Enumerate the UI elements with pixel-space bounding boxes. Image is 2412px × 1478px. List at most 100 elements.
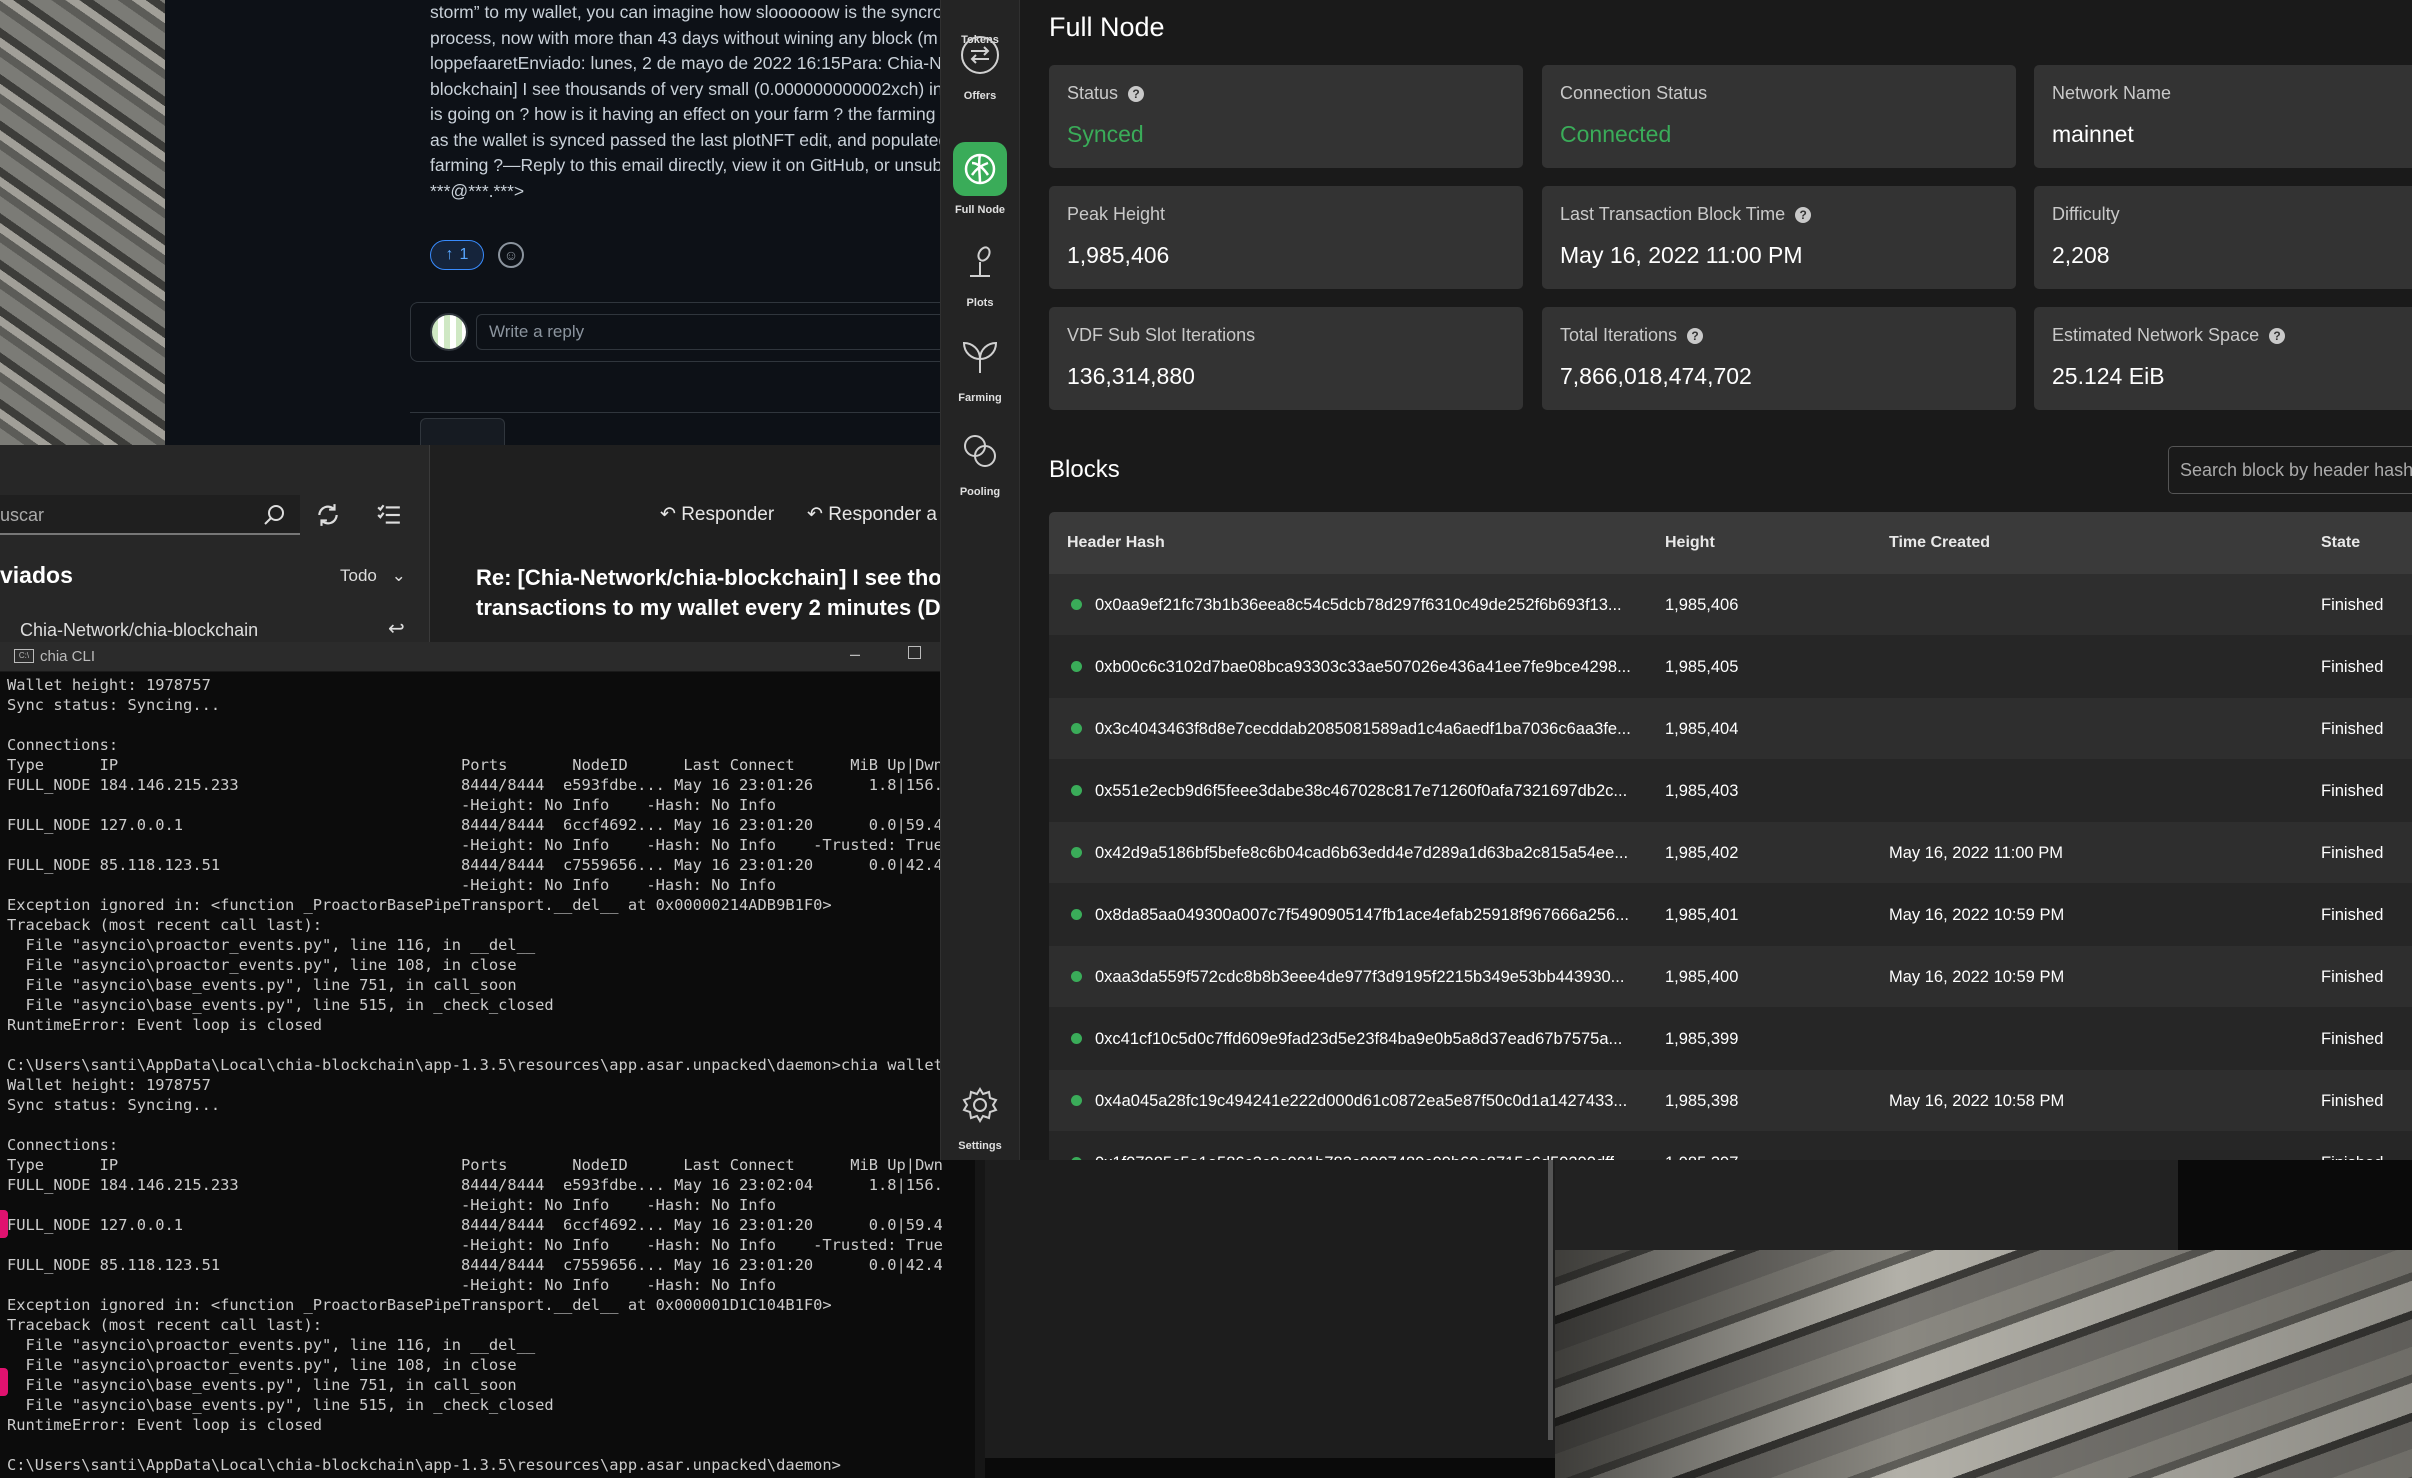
reply-input[interactable]: Write a reply <box>476 314 940 350</box>
terminal-line: File "asyncio\proactor_events.py", line … <box>7 936 536 954</box>
sidebar-item-label: Settings <box>958 1140 1002 1152</box>
table-row[interactable]: 0x0aa9ef21fc73b1b36eea8c54c5dcb78d297f63… <box>1049 574 2412 636</box>
terminal-line: File "asyncio\proactor_events.py", line … <box>7 1336 536 1354</box>
sidebar-item-farming[interactable]: Farming <box>940 330 1020 404</box>
cell-hash[interactable]: 0xaa3da559f572cdc8b8b3eee4de977f3d9195f2… <box>1095 946 1624 1008</box>
column-header-hash[interactable]: Header Hash <box>1067 512 1165 574</box>
sync-icon[interactable] <box>311 498 345 532</box>
comment-line: as the wallet is synced passed the last … <box>430 129 940 150</box>
terminal-titlebar[interactable]: C:\ chia CLI – <box>0 642 940 672</box>
table-row[interactable]: 0x4a045a28fc19c494241e222d000d61c0872ea5… <box>1049 1070 2412 1132</box>
stat-card-vdf-sub-slot-iterations: VDF Sub Slot Iterations 136,314,880 <box>1049 307 1523 410</box>
full-node-icon <box>953 142 1007 196</box>
terminal-line: File "asyncio\base_events.py", line 751,… <box>7 1376 517 1394</box>
reply-all-button[interactable]: ↶ Responder a <box>807 503 937 526</box>
status-dot-icon <box>1071 847 1082 858</box>
sidebar-item-label: Pooling <box>959 486 1001 498</box>
stat-card-label: Total Iterations <box>1560 325 1678 345</box>
table-row[interactable]: 0x1f07985c5a1a586c3c8c991b783c8007489c99… <box>1049 1132 2412 1160</box>
minimize-icon[interactable]: – <box>850 644 860 665</box>
sidebar-item-settings[interactable]: Settings <box>940 1078 1020 1152</box>
filter-dropdown[interactable]: Todo ⌄ <box>340 566 406 586</box>
tab-write[interactable] <box>420 418 505 445</box>
stat-card-label: Difficulty <box>2052 204 2120 224</box>
table-row[interactable]: 0x551e2ecb9d6f5feee3dabe38c467028c817e71… <box>1049 760 2412 822</box>
terminal-line: File "asyncio\base_events.py", line 751,… <box>7 976 517 994</box>
reaction-count: 1 <box>459 246 469 263</box>
stat-card-status: Status? Synced <box>1049 65 1523 168</box>
cell-height: 1,985,397 <box>1665 1132 1738 1160</box>
plots-icon <box>953 235 1007 289</box>
thumbs-up-reaction[interactable]: ↑ 1 <box>430 240 484 270</box>
terminal-line: FULL_NODE 127.0.0.1 8444/8444 6ccf4692..… <box>7 816 942 834</box>
blocks-table: Header Hash Height Time Created State 0x… <box>1049 512 2412 1160</box>
column-header-state[interactable]: State <box>2321 512 2360 574</box>
search-input[interactable]: uscar <box>0 495 300 535</box>
cell-hash[interactable]: 0x3c4043463f8d8e7cecddab2085081589ad1c4a… <box>1095 698 1631 760</box>
add-reaction-icon[interactable]: ☺ <box>498 242 524 268</box>
terminal-line: -Height: No Info -Hash: No Info <box>7 1276 777 1294</box>
wallpaper-spaceship-left <box>0 0 165 445</box>
stat-card-value: May 16, 2022 11:00 PM <box>1560 242 1803 268</box>
cell-time: May 16, 2022 10:59 PM <box>1889 968 2065 986</box>
sidebar-item-full-node[interactable]: Full Node <box>940 142 1020 216</box>
status-dot-icon <box>1071 1157 1082 1160</box>
column-header-time[interactable]: Time Created <box>1889 512 1990 574</box>
table-row[interactable]: 0xc41cf10c5d0c7ffd609e9fad23d5e23f84ba9e… <box>1049 1008 2412 1070</box>
sidebar-item-pooling[interactable]: Pooling <box>940 424 1020 498</box>
table-row[interactable]: 0x42d9a5186bf5befe8c6b04cad6b63edd4e7d28… <box>1049 822 2412 884</box>
cell-state: Finished <box>2321 844 2384 862</box>
reply-button[interactable]: ↶ Responder <box>660 503 774 526</box>
cell-state: Finished <box>2321 596 2384 614</box>
stat-card-label: Connection Status <box>1560 83 1708 103</box>
avatar <box>430 313 468 351</box>
help-icon[interactable]: ? <box>1687 327 1704 344</box>
reply-label: Responder <box>681 504 775 525</box>
cell-height: 1,985,405 <box>1665 658 1739 676</box>
stat-card-title: Network Name <box>2052 83 2171 104</box>
help-icon[interactable]: ? <box>1795 206 1812 223</box>
cell-hash[interactable]: 0x4a045a28fc19c494241e222d000d61c0872ea5… <box>1095 1070 1627 1132</box>
table-row[interactable]: 0x8da85aa049300a007c7f5490905147fb1ace4e… <box>1049 884 2412 946</box>
subject-line: transactions to my wallet every 2 minute… <box>476 595 940 620</box>
stat-card-value: 1,985,406 <box>1067 242 1170 268</box>
terminal-line: Type IP Ports NodeID Last Connect MiB Up… <box>7 756 942 774</box>
status-dot-icon <box>1071 599 1082 610</box>
help-icon[interactable]: ? <box>2269 327 2286 344</box>
table-row[interactable]: 0xb00c6c3102d7bae08bca93303c33ae507026e4… <box>1049 636 2412 698</box>
cell-hash[interactable]: 0xb00c6c3102d7bae08bca93303c33ae507026e4… <box>1095 636 1631 698</box>
table-row[interactable]: 0x3c4043463f8d8e7cecddab2085081589ad1c4a… <box>1049 698 2412 760</box>
table-row[interactable]: 0xaa3da559f572cdc8b8b3eee4de977f3d9195f2… <box>1049 946 2412 1008</box>
block-search-input[interactable]: Search block by header hash <box>2168 446 2412 494</box>
sidebar-item-offers[interactable]: Offers <box>940 28 1020 102</box>
comment-line: ***@***.***> <box>430 180 525 201</box>
cell-hash[interactable]: 0x42d9a5186bf5befe8c6b04cad6b63edd4e7d28… <box>1095 822 1628 884</box>
list-item[interactable]: Chia-Network/chia-blockchain <box>20 620 258 641</box>
terminal-line: Wallet height: 1978757 <box>7 676 211 694</box>
reply-all-label: Responder a <box>828 504 937 525</box>
help-icon[interactable]: ? <box>1128 85 1145 102</box>
chevron-down-icon: ⌄ <box>391 566 406 585</box>
cell-height: 1,985,398 <box>1665 1092 1739 1110</box>
cell-hash[interactable]: 0x551e2ecb9d6f5feee3dabe38c467028c817e71… <box>1095 760 1627 822</box>
cell-state: Finished <box>2321 658 2384 676</box>
terminal-line: Type IP Ports NodeID Last Connect MiB Up… <box>7 1156 942 1174</box>
cell-height: 1,985,399 <box>1665 1030 1739 1048</box>
sidebar-item-plots[interactable]: Plots <box>940 235 1020 309</box>
subject-line: Re: [Chia-Network/chia-blockchain] I see… <box>476 565 940 590</box>
terminal-line: RuntimeError: Event loop is closed <box>7 1416 323 1434</box>
cell-hash[interactable]: 0x0aa9ef21fc73b1b36eea8c54c5dcb78d297f63… <box>1095 574 1622 636</box>
search-icon[interactable] <box>258 498 292 532</box>
filter-list-icon[interactable] <box>372 498 406 532</box>
cell-hash[interactable]: 0x8da85aa049300a007c7f5490905147fb1ace4e… <box>1095 884 1629 946</box>
cell-hash[interactable]: 0xc41cf10c5d0c7ffd609e9fad23d5e23f84ba9e… <box>1095 1008 1622 1070</box>
terminal-line: FULL_NODE 184.146.215.233 8444/8444 e593… <box>7 1176 942 1194</box>
cell-hash[interactable]: 0x1f07985c5a1a586c3c8c991b783c8007489c99… <box>1095 1132 1628 1160</box>
column-header-height[interactable]: Height <box>1665 512 1715 574</box>
maximize-icon[interactable] <box>908 646 921 659</box>
terminal-line: Sync status: Syncing... <box>7 696 221 714</box>
blocks-title: Blocks <box>1049 456 1120 483</box>
scrollbar[interactable] <box>1548 1160 1553 1440</box>
